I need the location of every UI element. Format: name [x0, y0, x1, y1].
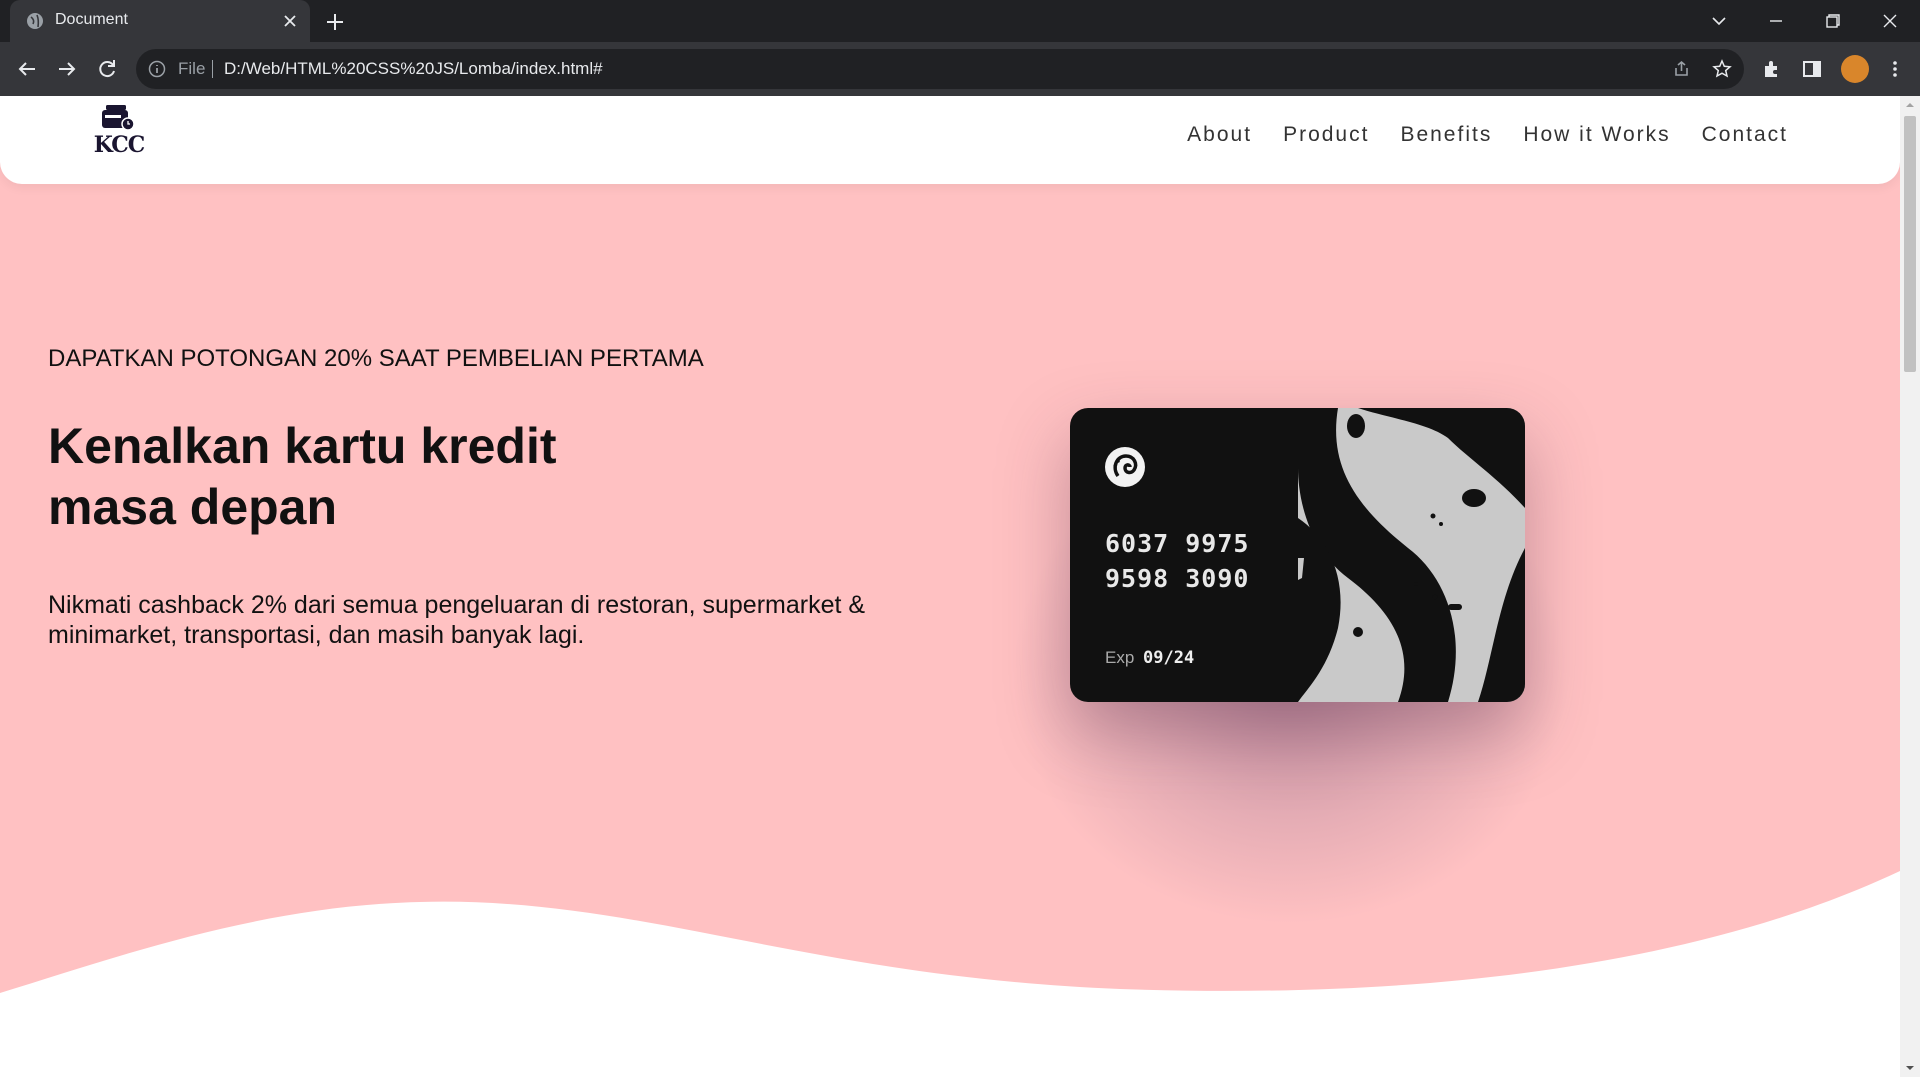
hero-title: Kenalkan kartu kredit masa depan: [48, 418, 557, 535]
nav-links: About Product Benefits How it Works Cont…: [1156, 123, 1788, 147]
scrollbar-thumb[interactable]: [1904, 116, 1916, 372]
extensions-icon[interactable]: [1761, 58, 1783, 80]
forward-icon[interactable]: [54, 56, 80, 82]
url-scheme: File: [178, 59, 206, 78]
side-panel-icon[interactable]: [1801, 58, 1823, 80]
browser-tab[interactable]: Document: [10, 0, 310, 42]
close-window-icon[interactable]: [1877, 8, 1903, 34]
scroll-up-arrow-icon[interactable]: [1904, 100, 1916, 110]
share-icon[interactable]: [1672, 59, 1692, 79]
page-viewport: KCC About Product Benefits How it Works …: [0, 96, 1900, 1077]
credit-card-image: 6037 9975 9598 3090 Exp 09/24: [1070, 408, 1525, 702]
hero-description: Nikmati cashback 2% dari semua pengeluar…: [48, 591, 866, 649]
hero-eyebrow: DAPATKAN POTONGAN 20% SAAT PEMBELIAN PER…: [48, 345, 704, 372]
browser-toolbar: File D:/Web/HTML%20CSS%20JS/Lomba/index.…: [0, 42, 1920, 96]
site-navbar: KCC About Product Benefits How it Works …: [0, 96, 1900, 184]
profile-avatar[interactable]: [1841, 55, 1869, 83]
minimize-icon[interactable]: [1763, 8, 1789, 34]
close-tab-icon[interactable]: [280, 11, 300, 31]
bookmark-star-icon[interactable]: [1712, 59, 1732, 79]
card-expiry: Exp 09/24: [1105, 648, 1194, 668]
card-brand-logo-icon: [1105, 447, 1145, 487]
card-expiry-value: 09/24: [1143, 648, 1195, 668]
bottom-wave-decoration: [0, 871, 1900, 1077]
menu-kebab-icon[interactable]: [1884, 58, 1906, 80]
back-icon[interactable]: [14, 56, 40, 82]
new-tab-icon[interactable]: [324, 11, 346, 33]
card-number-line-2: 9598 3090: [1105, 564, 1250, 593]
nav-benefits[interactable]: Benefits: [1400, 123, 1492, 147]
url-separator: [212, 60, 213, 78]
reload-icon[interactable]: [94, 56, 120, 82]
nav-contact[interactable]: Contact: [1702, 123, 1788, 147]
card-pattern-decoration: [1298, 408, 1525, 702]
card-number-line-1: 6037 9975: [1105, 529, 1250, 558]
tab-search-icon[interactable]: [1706, 8, 1732, 34]
page-scrollbar[interactable]: [1900, 96, 1920, 1077]
card-expiry-label: Exp: [1105, 648, 1135, 667]
nav-about[interactable]: About: [1187, 123, 1252, 147]
info-icon[interactable]: [148, 60, 166, 78]
scroll-down-arrow-icon[interactable]: [1904, 1063, 1916, 1073]
globe-icon: [27, 13, 43, 29]
nav-product[interactable]: Product: [1283, 123, 1369, 147]
tab-title: Document: [55, 11, 128, 28]
address-bar[interactable]: File D:/Web/HTML%20CSS%20JS/Lomba/index.…: [136, 49, 1744, 89]
card-number: 6037 9975 9598 3090: [1105, 526, 1305, 596]
browser-tab-strip: Document: [0, 0, 1920, 42]
url-text[interactable]: D:/Web/HTML%20CSS%20JS/Lomba/index.html#: [224, 59, 603, 79]
wallet-icon: [102, 105, 135, 131]
logo-text: KCC: [93, 132, 146, 158]
site-logo[interactable]: KCC: [88, 102, 150, 158]
nav-how-it-works[interactable]: How it Works: [1523, 123, 1670, 147]
restore-icon[interactable]: [1820, 8, 1846, 34]
